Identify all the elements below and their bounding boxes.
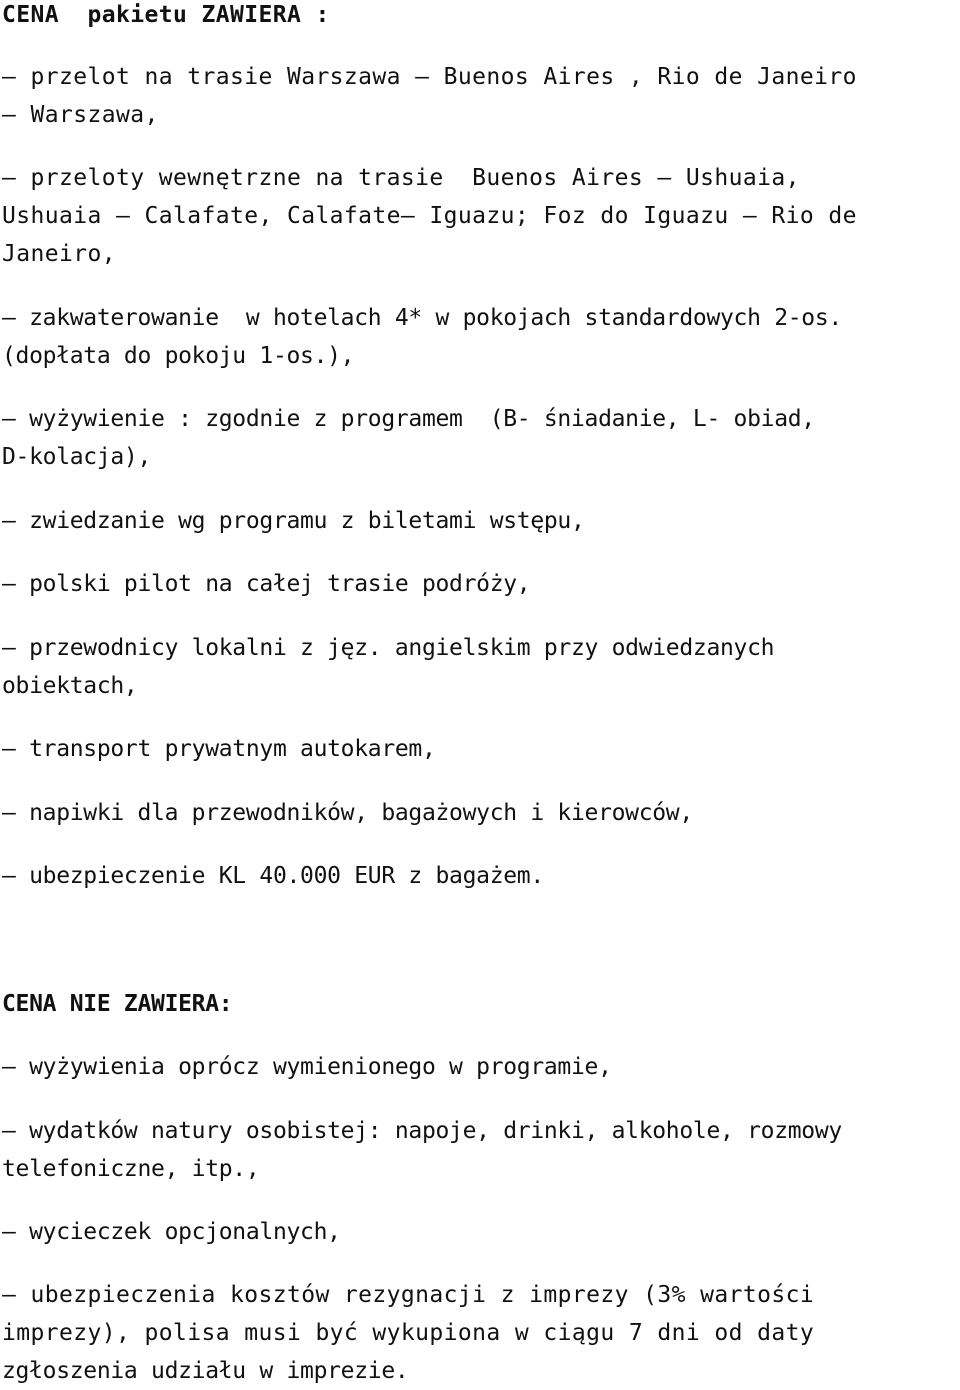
item-line: – napiwki dla przewodników, bagażowych i… [2, 800, 693, 826]
excluded-heading: CENA NIE ZAWIERA: [2, 991, 233, 1017]
item-line: Janeiro, [2, 241, 116, 267]
item-line: – przewodnicy lokalni z jęz. angielskim … [2, 635, 775, 661]
included-heading: CENA pakietu ZAWIERA : [2, 2, 330, 28]
item-line: – wydatków natury osobistej: napoje, dri… [2, 1118, 842, 1144]
item-line: – zwiedzanie wg programu z biletami wstę… [2, 508, 585, 534]
item-line: Ushuaia – Calafate, Calafate– Iguazu; Fo… [2, 203, 857, 229]
item-line: – przeloty wewnętrzne na trasie Buenos A… [2, 165, 800, 191]
item-line: – wycieczek opcjonalnych, [2, 1219, 341, 1245]
item-line: – polski pilot na całej trasie podróży, [2, 571, 531, 597]
item-line: telefoniczne, itp., [2, 1156, 260, 1182]
item-line: – wyżywienia oprócz wymienionego w progr… [2, 1054, 612, 1080]
item-line: – ubezpieczenia kosztów rezygnacji z imp… [2, 1282, 815, 1308]
item-line: obiektach, [2, 673, 138, 699]
item-line: – przelot na trasie Warszawa – Buenos Ai… [2, 64, 857, 90]
item-line: – zakwaterowanie w hotelach 4* w pokojac… [2, 305, 842, 331]
item-line: (dopłata do pokoju 1-os.), [2, 343, 355, 369]
item-line: – transport prywatnym autokarem, [2, 736, 436, 762]
item-line: imprezy), polisa musi być wykupiona w ci… [2, 1320, 815, 1346]
item-line: – wyżywienie : zgodnie z programem (B- ś… [2, 406, 815, 432]
item-line: – Warszawa, [2, 102, 159, 128]
item-line: D-kolacja), [2, 444, 152, 470]
item-line: zgłoszenia udziału w imprezie. [2, 1358, 409, 1384]
item-line: – ubezpieczenie KL 40.000 EUR z bagażem. [2, 863, 544, 889]
